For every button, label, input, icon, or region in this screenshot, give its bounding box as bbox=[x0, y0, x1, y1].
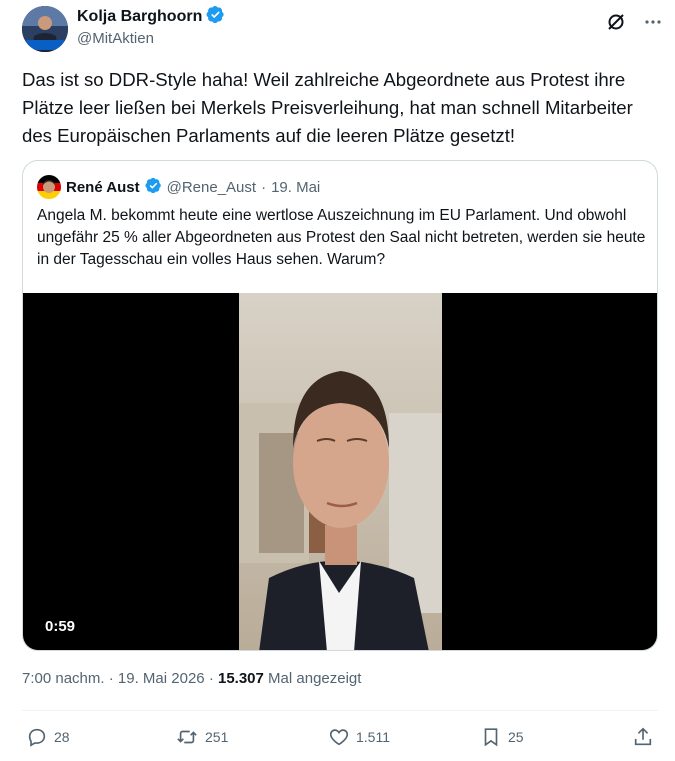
bookmark-count: 25 bbox=[508, 729, 524, 745]
meta-separator: · bbox=[108, 670, 114, 687]
quoted-verified-badge-icon bbox=[145, 177, 162, 198]
quoted-display-name: René Aust bbox=[66, 178, 140, 196]
video-duration: 0:59 bbox=[45, 618, 76, 635]
views-label: Mal angezeigt bbox=[268, 670, 362, 687]
video-player[interactable]: 0:59 bbox=[23, 293, 657, 650]
repost-count: 251 bbox=[205, 729, 229, 745]
quoted-author-avatar bbox=[37, 175, 61, 199]
author-display-name[interactable]: Kolja Barghoorn bbox=[77, 8, 202, 26]
meta-separator: · bbox=[208, 670, 214, 687]
reply-button[interactable]: 28 bbox=[26, 722, 70, 752]
like-count: 1.511 bbox=[356, 729, 390, 745]
share-icon bbox=[632, 726, 654, 748]
tweet-time[interactable]: 7:00 nachm. bbox=[22, 670, 105, 687]
repost-icon bbox=[175, 726, 199, 748]
quoted-date: 19. Mai bbox=[271, 178, 321, 196]
more-options-icon[interactable] bbox=[644, 13, 662, 31]
quoted-tweet[interactable]: René Aust @Rene_Aust · 19. Mai Angela M.… bbox=[22, 160, 658, 651]
reply-icon bbox=[26, 726, 48, 748]
repost-button[interactable]: 251 bbox=[175, 722, 228, 752]
divider bbox=[22, 710, 658, 711]
video-thumbnail bbox=[239, 293, 442, 650]
author-avatar[interactable] bbox=[22, 6, 68, 52]
tweet-date[interactable]: 19. Mai 2026 bbox=[118, 670, 205, 687]
quoted-handle: @Rene_Aust bbox=[166, 178, 257, 196]
verified-badge-icon bbox=[206, 5, 225, 29]
quoted-separator: · bbox=[261, 178, 267, 196]
quoted-text: Angela M. bekommt heute eine wertlose Au… bbox=[37, 207, 646, 268]
tweet-text: Das ist so DDR-Style haha! Weil zahlreic… bbox=[22, 69, 633, 146]
reply-count: 28 bbox=[54, 729, 70, 745]
grok-icon[interactable] bbox=[606, 12, 626, 32]
bookmark-icon bbox=[480, 726, 502, 748]
like-button[interactable]: 1.511 bbox=[328, 722, 390, 752]
heart-icon bbox=[328, 726, 350, 748]
tweet-header: Kolja Barghoorn @MitAktien bbox=[22, 5, 662, 52]
share-button[interactable] bbox=[632, 722, 654, 752]
tweet-meta: 7:00 nachm. · 19. Mai 2026 · 15.307 Mal … bbox=[22, 670, 361, 687]
bookmark-button[interactable]: 25 bbox=[480, 722, 524, 752]
action-bar: 28 251 1.511 25 bbox=[22, 722, 658, 752]
author-handle[interactable]: @MitAktien bbox=[77, 30, 225, 47]
views-count: 15.307 bbox=[217, 670, 264, 687]
